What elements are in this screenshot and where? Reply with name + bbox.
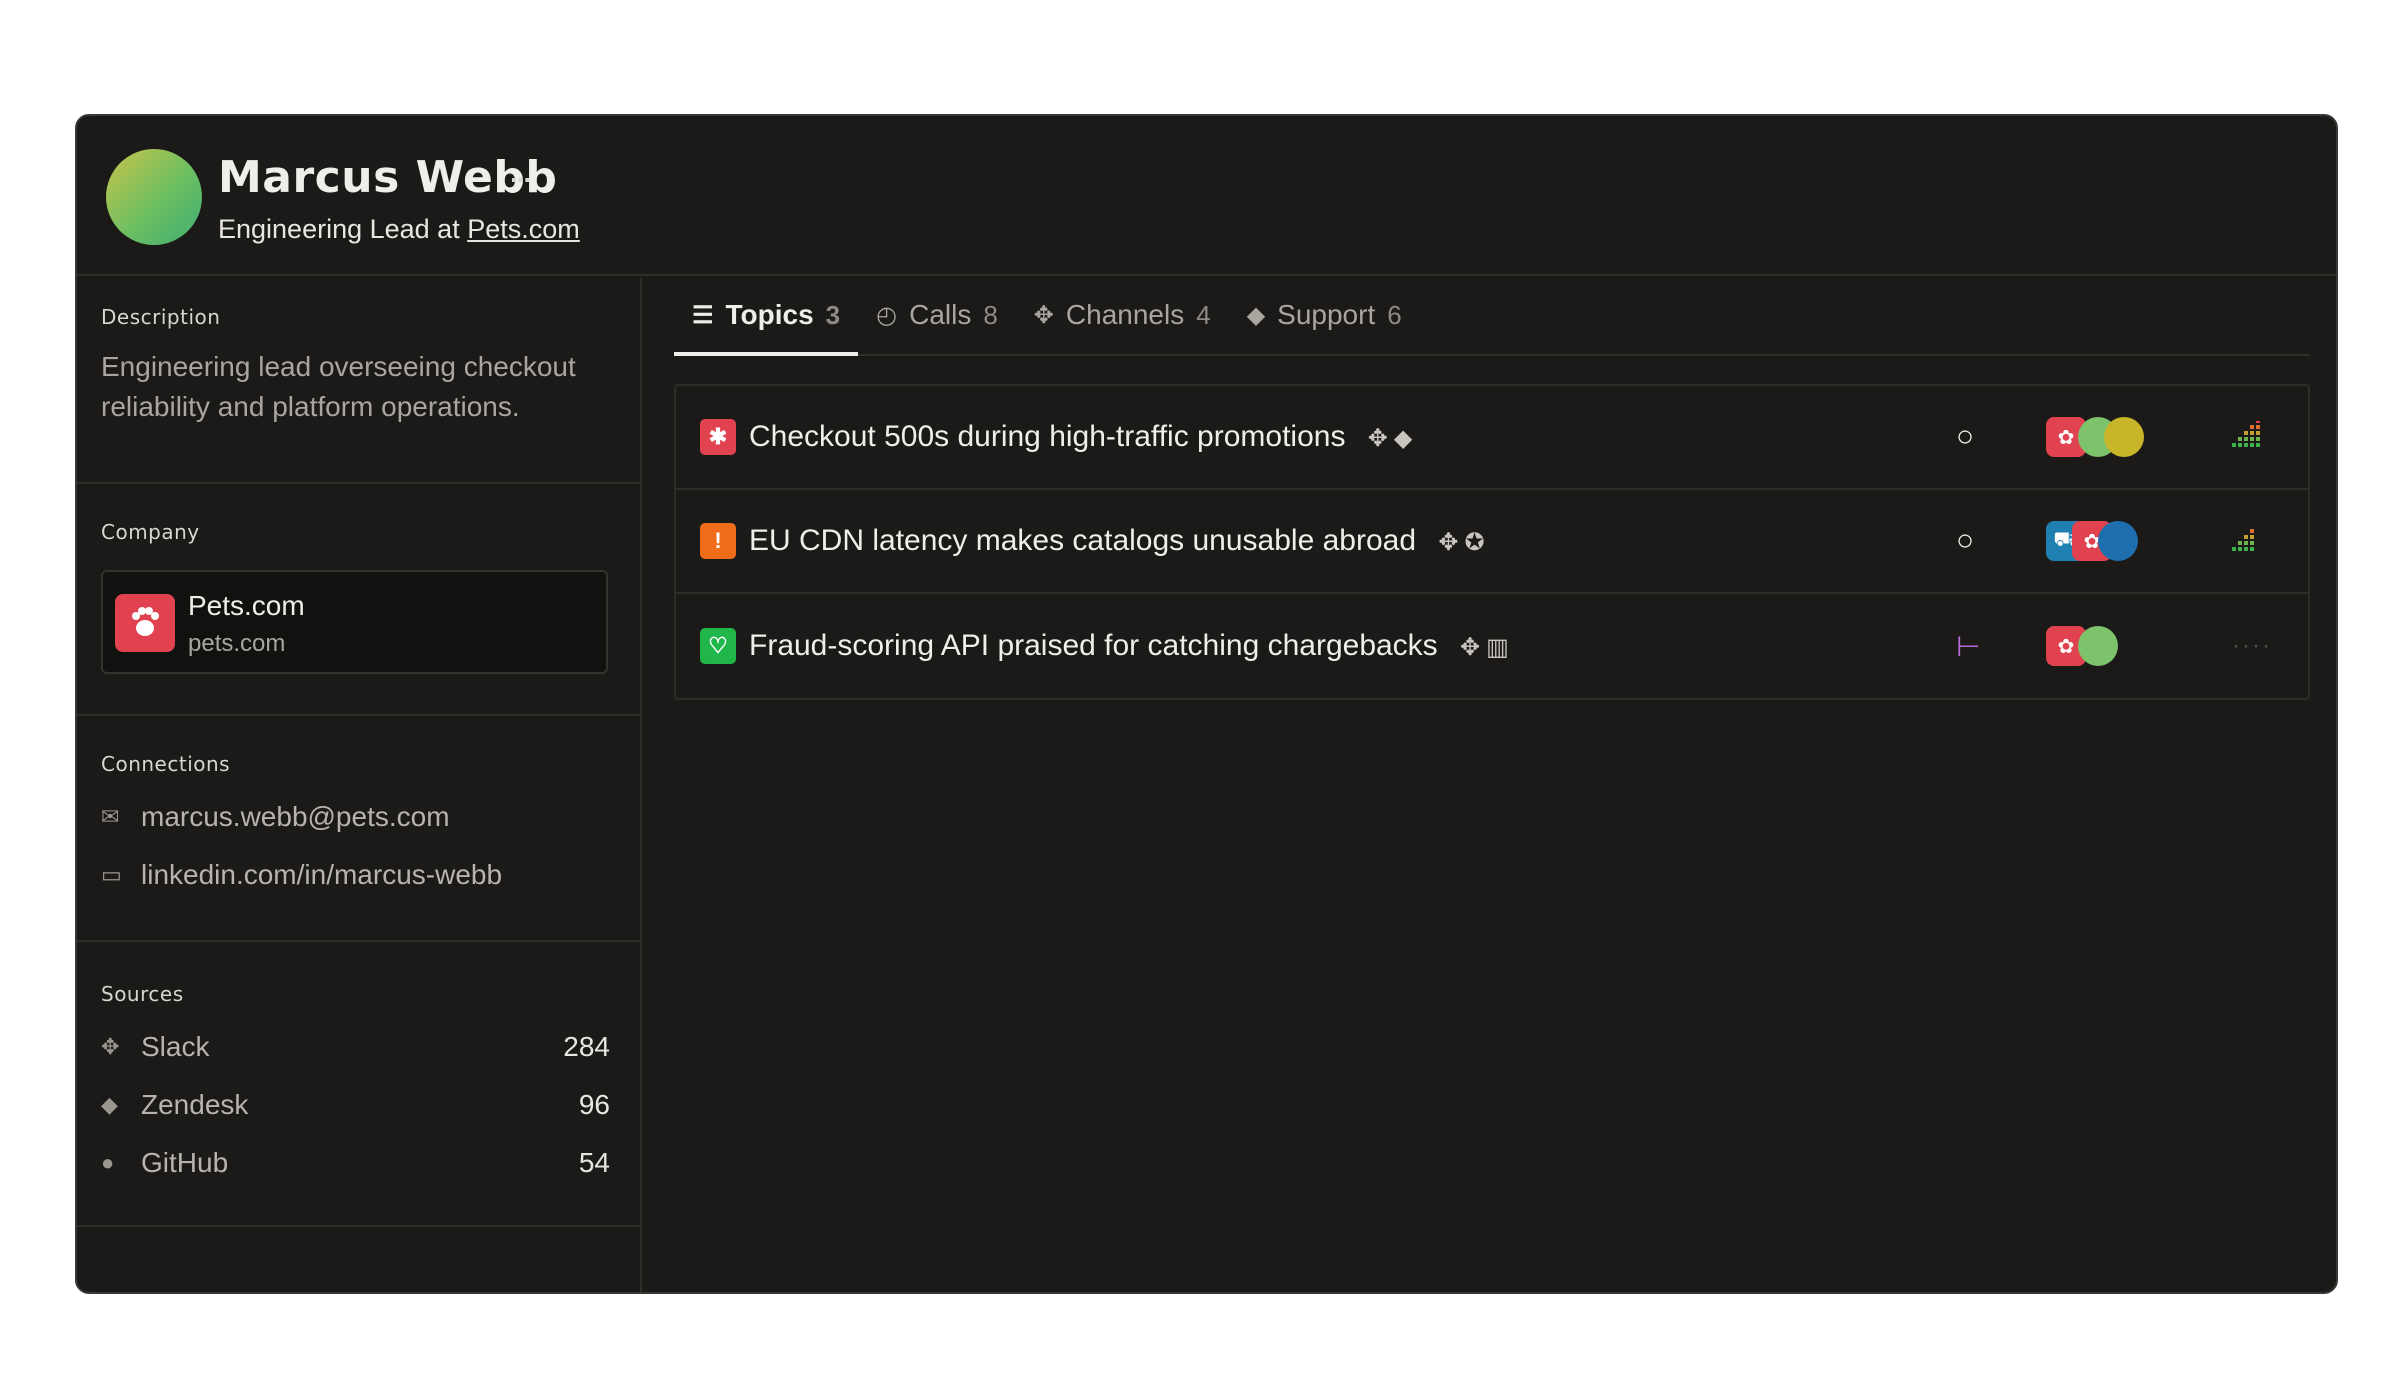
company-link[interactable]: Pets.com <box>467 214 580 244</box>
topic-source-icons: ✥▥ <box>1460 633 1515 662</box>
slack-icon: ✥ <box>1367 425 1394 452</box>
slack-icon: ✥ <box>101 1034 120 1059</box>
company-domain: pets.com <box>188 630 286 657</box>
participant-avatar <box>2104 417 2144 457</box>
tab-label: Topics <box>725 299 814 330</box>
topic-title-wrap: Fraud-scoring API praised for catching c… <box>749 629 1515 663</box>
description-text: Engineering lead overseeing checkout rel… <box>101 351 576 422</box>
company-title: Company <box>101 520 200 544</box>
tab-topics[interactable]: ☰ Topics 3 <box>674 276 859 356</box>
source-count: 96 <box>578 1089 610 1120</box>
connection-label: linkedin.com/in/marcus-webb <box>141 859 503 890</box>
connection-email[interactable]: ✉ marcus.webb@pets.com <box>101 788 610 846</box>
slack-icon: ✥ <box>1460 634 1487 661</box>
bug-icon: ✱ <box>700 419 736 455</box>
no-priority-icon: ···· <box>2232 632 2272 659</box>
topic-source-icons: ✥◆ <box>1368 424 1419 453</box>
priority-high-icon <box>2232 418 2262 454</box>
company-name: Pets.com <box>188 590 305 621</box>
tab-channels[interactable]: ✥ Channels 4 <box>1016 276 1229 354</box>
tab-bar: ☰ Topics 3 ◴ Calls 8 ✥ Channels 4 ◆ Supp… <box>674 278 2310 356</box>
source-zendesk[interactable]: ◆ Zendesk 96 <box>101 1076 610 1134</box>
company-section: Company Pets.com pets.com <box>77 484 640 716</box>
topic-title-wrap: EU CDN latency makes catalogs unusable a… <box>749 524 1491 558</box>
topic-row[interactable]: ♡ Fraud-scoring API praised for catching… <box>676 594 2308 698</box>
tab-count: 4 <box>1196 299 1211 330</box>
zendesk-icon: ◆ <box>101 1092 118 1117</box>
topic-row[interactable]: ! EU CDN latency makes catalogs unusable… <box>676 490 2308 594</box>
sources-section: Sources ✥ Slack 284 ◆ Zendesk 96 ● GitHu… <box>77 942 640 1227</box>
source-label: Zendesk <box>141 1089 249 1120</box>
open-circle-icon: ○ <box>1956 420 1975 453</box>
topics-list: ✱ Checkout 500s during high-traffic prom… <box>674 384 2310 700</box>
github-icon: ● <box>101 1150 115 1175</box>
topic-participants: ⛟ ✿ <box>2046 521 2138 561</box>
slack-icon: ✥ <box>1033 301 1054 329</box>
sentry-icon: ✪ <box>1464 529 1491 556</box>
topic-participants: ✿ <box>2046 626 2118 666</box>
tab-support[interactable]: ◆ Support 6 <box>1229 276 1420 354</box>
calls-icon: ◴ <box>876 301 898 329</box>
mail-icon: ✉ <box>101 804 120 829</box>
tab-calls[interactable]: ◴ Calls 8 <box>858 276 1016 354</box>
connection-linkedin[interactable]: ▭ linkedin.com/in/marcus-webb <box>101 846 610 904</box>
tab-label: Support <box>1277 299 1376 330</box>
zendesk-icon: ◆ <box>1246 301 1266 329</box>
tab-label: Channels <box>1065 299 1185 330</box>
profile-window: Marcus Webb ▪▪▪ Engineering Lead at Pets… <box>75 114 2338 1294</box>
topic-row[interactable]: ✱ Checkout 500s during high-traffic prom… <box>676 386 2308 490</box>
open-circle-icon: ○ <box>1956 524 1975 557</box>
role-prefix: Engineering Lead at <box>218 214 460 244</box>
source-slack[interactable]: ✥ Slack 284 <box>101 1018 610 1076</box>
participant-avatar <box>2098 521 2138 561</box>
connections-title: Connections <box>101 752 231 776</box>
topic-title-wrap: Checkout 500s during high-traffic promot… <box>749 420 1418 454</box>
inbox-icon: ☰ <box>692 301 714 329</box>
description-section: Description Engineering lead overseeing … <box>77 278 640 484</box>
alert-icon: ! <box>700 523 736 559</box>
source-label: GitHub <box>141 1147 229 1178</box>
paw-icon <box>115 594 175 652</box>
source-github[interactable]: ● GitHub 54 <box>101 1134 610 1192</box>
avatar <box>106 149 202 245</box>
profile-header: Marcus Webb ▪▪▪ Engineering Lead at Pets… <box>77 116 2336 276</box>
person-role: Engineering Lead at Pets.com <box>218 214 580 245</box>
source-label: Slack <box>141 1031 210 1062</box>
linkedin-icon: ▭ <box>101 862 122 887</box>
topic-title: Fraud-scoring API praised for catching c… <box>749 629 1438 662</box>
slack-icon: ✥ <box>1438 529 1465 556</box>
topic-title: Checkout 500s during high-traffic promot… <box>749 420 1346 453</box>
participant-avatar <box>2078 626 2118 666</box>
person-name: Marcus Webb <box>218 152 558 203</box>
tab-count: 8 <box>983 299 998 330</box>
description-title: Description <box>101 305 221 329</box>
main-panel: ☰ Topics 3 ◴ Calls 8 ✥ Channels 4 ◆ Supp… <box>644 278 2336 1292</box>
topic-source-icons: ✥✪ <box>1438 528 1490 557</box>
intercom-icon: ▥ <box>1486 634 1515 661</box>
tab-label: Calls <box>909 299 972 330</box>
source-count: 54 <box>578 1147 610 1178</box>
company-card[interactable]: Pets.com pets.com <box>101 570 608 674</box>
heart-icon: ♡ <box>700 628 736 664</box>
tab-count: 3 <box>825 299 841 330</box>
topic-title: EU CDN latency makes catalogs unusable a… <box>749 524 1417 557</box>
more-options-icon[interactable]: ▪▪▪ <box>511 172 531 190</box>
tab-count: 6 <box>1387 299 1402 330</box>
connections-section: Connections ✉ marcus.webb@pets.com ▭ lin… <box>77 716 640 942</box>
merge-icon: ⊢ <box>1956 630 1981 662</box>
priority-medium-icon <box>2232 525 2262 558</box>
zendesk-icon: ◆ <box>1393 425 1419 452</box>
connection-label: marcus.webb@pets.com <box>141 801 450 832</box>
topic-participants: ✿ <box>2046 417 2144 457</box>
source-count: 284 <box>563 1031 610 1062</box>
sources-title: Sources <box>101 982 184 1006</box>
sidebar: Description Engineering lead overseeing … <box>77 278 642 1292</box>
